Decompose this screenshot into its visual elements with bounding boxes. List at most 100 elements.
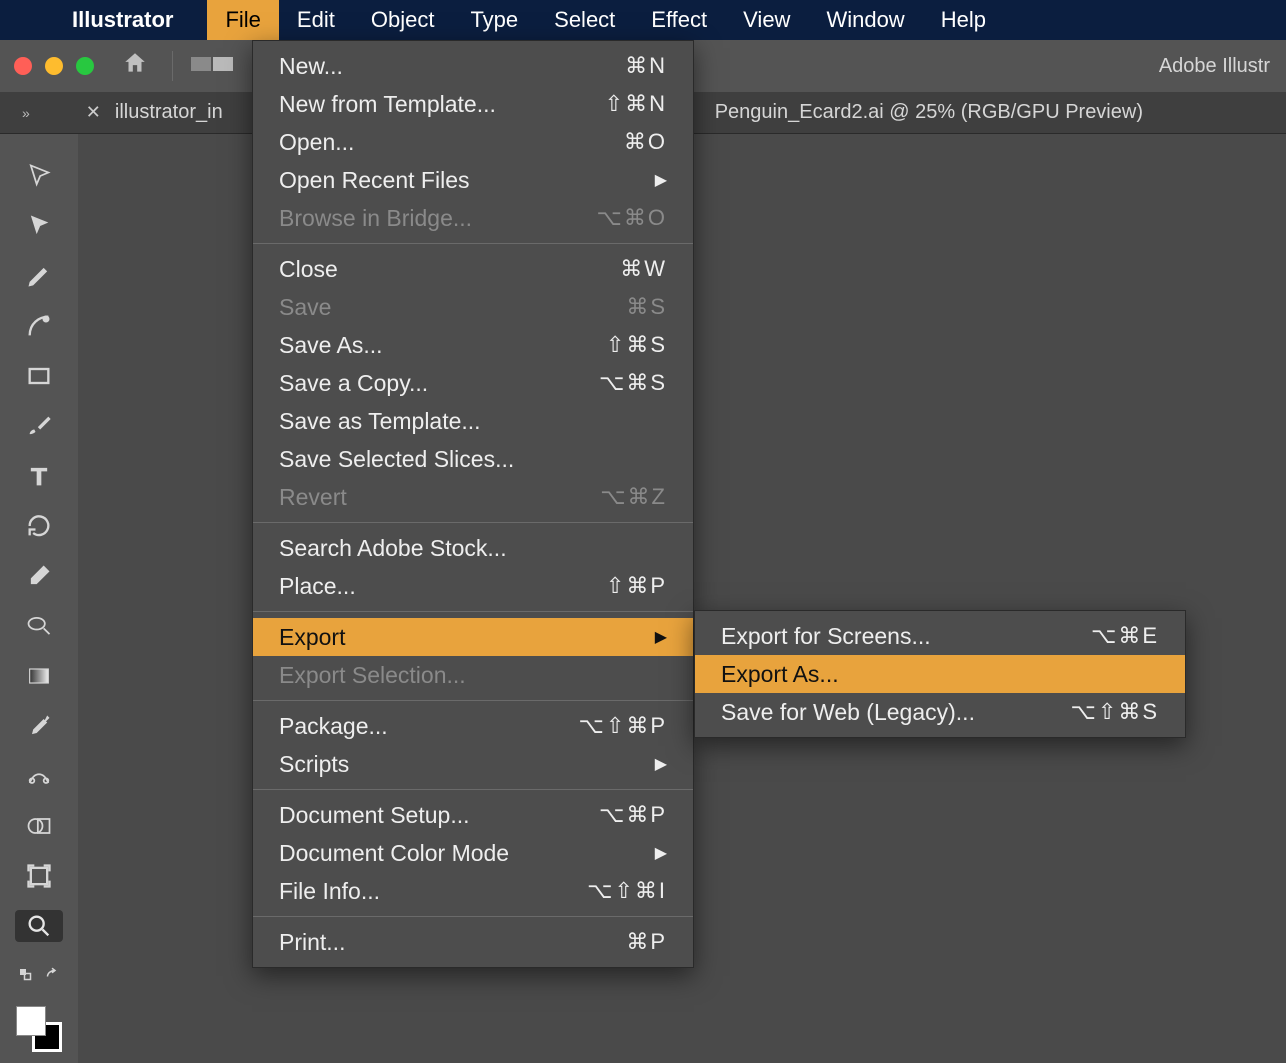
menu-item-scripts[interactable]: Scripts ▶	[253, 745, 693, 783]
curvature-tool-icon[interactable]	[15, 310, 63, 342]
eraser-tool-icon[interactable]	[15, 560, 63, 592]
keyboard-shortcut: ⇧⌘P	[606, 573, 667, 599]
menu-item-new[interactable]: New... ⌘N	[253, 47, 693, 85]
menu-item-save-a-copy[interactable]: Save a Copy... ⌥⌘S	[253, 364, 693, 402]
menu-item-file-info[interactable]: File Info...⌥⇧⌘I	[253, 872, 693, 910]
menu-item-label: Revert	[279, 484, 347, 511]
direct-selection-tool-icon[interactable]	[15, 210, 63, 242]
menu-item-label: Export As...	[721, 661, 839, 688]
menu-item-new-from-template[interactable]: New from Template...⇧⌘N	[253, 85, 693, 123]
keyboard-shortcut: ⌘O	[624, 129, 667, 155]
panel-expand-icon[interactable]: »	[22, 105, 30, 121]
menu-item-open[interactable]: Open... ⌘O	[253, 123, 693, 161]
fill-stroke-indicator[interactable]	[16, 1006, 62, 1052]
menu-window[interactable]: Window	[808, 0, 922, 40]
export-submenu: Export for Screens...⌥⌘E Export As... Save…	[694, 610, 1186, 738]
keyboard-shortcut: ⌥⇧⌘P	[579, 713, 667, 739]
menu-file[interactable]: File	[207, 0, 278, 40]
menu-item-label: File Info...	[279, 878, 380, 905]
menu-item-label: Document Setup...	[279, 802, 470, 829]
left-toolbar	[0, 134, 78, 1063]
menu-separator	[253, 700, 693, 701]
keyboard-shortcut: ⌥⌘E	[1091, 623, 1159, 649]
menu-item-search-adobe-stock[interactable]: Search Adobe Stock...	[253, 529, 693, 567]
menu-item-revert: Revert⌥⌘Z	[253, 478, 693, 516]
submenu-item-save-for-web-legacy[interactable]: Save for Web (Legacy)... ⌥⇧⌘S	[695, 693, 1185, 731]
menu-separator	[253, 916, 693, 917]
submenu-arrow-icon: ▶	[655, 170, 667, 190]
document-tab-1[interactable]: illustrator_in	[115, 101, 223, 124]
menu-object[interactable]: Object	[353, 0, 453, 40]
selection-tool-icon[interactable]	[15, 160, 63, 192]
type-tool-icon[interactable]	[15, 460, 63, 492]
blend-tool-icon[interactable]	[15, 760, 63, 792]
menu-item-save-as[interactable]: Save As...⇧⌘S	[253, 326, 693, 364]
menu-item-label: Save Selected Slices...	[279, 446, 514, 473]
menu-separator	[253, 611, 693, 612]
menu-item-label: New...	[279, 53, 343, 80]
keyboard-shortcut: ⌥⇧⌘S	[1071, 699, 1159, 725]
menu-item-place[interactable]: Place...⇧⌘P	[253, 567, 693, 605]
keyboard-shortcut: ⇧⌘N	[605, 91, 667, 117]
swap-arrow-icon[interactable]	[43, 966, 61, 984]
home-icon[interactable]	[122, 50, 148, 83]
keyboard-shortcut: ⇧⌘S	[606, 332, 667, 358]
menu-separator	[253, 789, 693, 790]
keyboard-shortcut: ⌘N	[625, 53, 667, 79]
menu-view[interactable]: View	[725, 0, 808, 40]
menu-edit[interactable]: Edit	[279, 0, 353, 40]
keyboard-shortcut: ⌥⌘P	[599, 802, 667, 828]
swap-default-icon[interactable]	[17, 966, 35, 984]
menu-item-label: Search Adobe Stock...	[279, 535, 507, 562]
menu-item-print[interactable]: Print...⌘P	[253, 923, 693, 961]
app-name[interactable]: Illustrator	[72, 7, 173, 33]
artboard-tool-icon[interactable]	[15, 860, 63, 892]
menu-item-label: Close	[279, 256, 338, 283]
menu-item-document-color-mode[interactable]: Document Color Mode▶	[253, 834, 693, 872]
pen-tool-icon[interactable]	[15, 260, 63, 292]
rectangle-tool-icon[interactable]	[15, 360, 63, 392]
window-traffic-lights	[14, 57, 94, 75]
menu-type[interactable]: Type	[452, 0, 536, 40]
menu-item-label: Save for Web (Legacy)...	[721, 699, 975, 726]
window-minimize-button[interactable]	[45, 57, 63, 75]
menu-help[interactable]: Help	[923, 0, 1004, 40]
menu-item-label: Export	[279, 624, 345, 651]
submenu-arrow-icon: ▶	[655, 843, 667, 863]
fill-color-swatch[interactable]	[16, 1006, 46, 1036]
shape-builder-tool-icon[interactable]	[15, 810, 63, 842]
divider	[172, 51, 173, 81]
menu-item-export[interactable]: Export▶	[253, 618, 693, 656]
menu-item-save-as-template[interactable]: Save as Template...	[253, 402, 693, 440]
zoom-tool-icon[interactable]	[15, 910, 63, 942]
gradient-tool-icon[interactable]	[15, 660, 63, 692]
menu-item-document-setup[interactable]: Document Setup... ⌥⌘P	[253, 796, 693, 834]
menu-effect[interactable]: Effect	[633, 0, 725, 40]
close-tab-icon[interactable]: ✕	[86, 102, 101, 123]
rotate-tool-icon[interactable]	[15, 510, 63, 542]
keyboard-shortcut: ⌘S	[626, 294, 667, 320]
submenu-item-export-as[interactable]: Export As...	[695, 655, 1185, 693]
menu-item-close[interactable]: Close ⌘W	[253, 250, 693, 288]
menu-item-label: Package...	[279, 713, 388, 740]
menu-item-label: Open...	[279, 129, 354, 156]
keyboard-shortcut: ⌘W	[620, 256, 667, 282]
submenu-arrow-icon: ▶	[655, 754, 667, 774]
menu-select[interactable]: Select	[536, 0, 633, 40]
menu-item-label: Export Selection...	[279, 662, 466, 689]
paintbrush-tool-icon[interactable]	[15, 410, 63, 442]
window-close-button[interactable]	[14, 57, 32, 75]
fill-stroke-swap[interactable]	[17, 966, 61, 984]
workspace-switcher-icon[interactable]	[191, 57, 235, 76]
menu-item-open-recent-files[interactable]: Open Recent Files▶	[253, 161, 693, 199]
menu-item-save-selected-slices[interactable]: Save Selected Slices...	[253, 440, 693, 478]
submenu-item-export-for-screens[interactable]: Export for Screens...⌥⌘E	[695, 617, 1185, 655]
keyboard-shortcut: ⌥⌘S	[599, 370, 667, 396]
window-fullscreen-button[interactable]	[76, 57, 94, 75]
eyedropper-tool-icon[interactable]	[15, 710, 63, 742]
menu-item-package[interactable]: Package... ⌥⇧⌘P	[253, 707, 693, 745]
menu-item-label: Scripts	[279, 751, 349, 778]
menu-separator	[253, 522, 693, 523]
shaper-tool-icon[interactable]	[15, 610, 63, 642]
menu-item-label: Save a Copy...	[279, 370, 428, 397]
